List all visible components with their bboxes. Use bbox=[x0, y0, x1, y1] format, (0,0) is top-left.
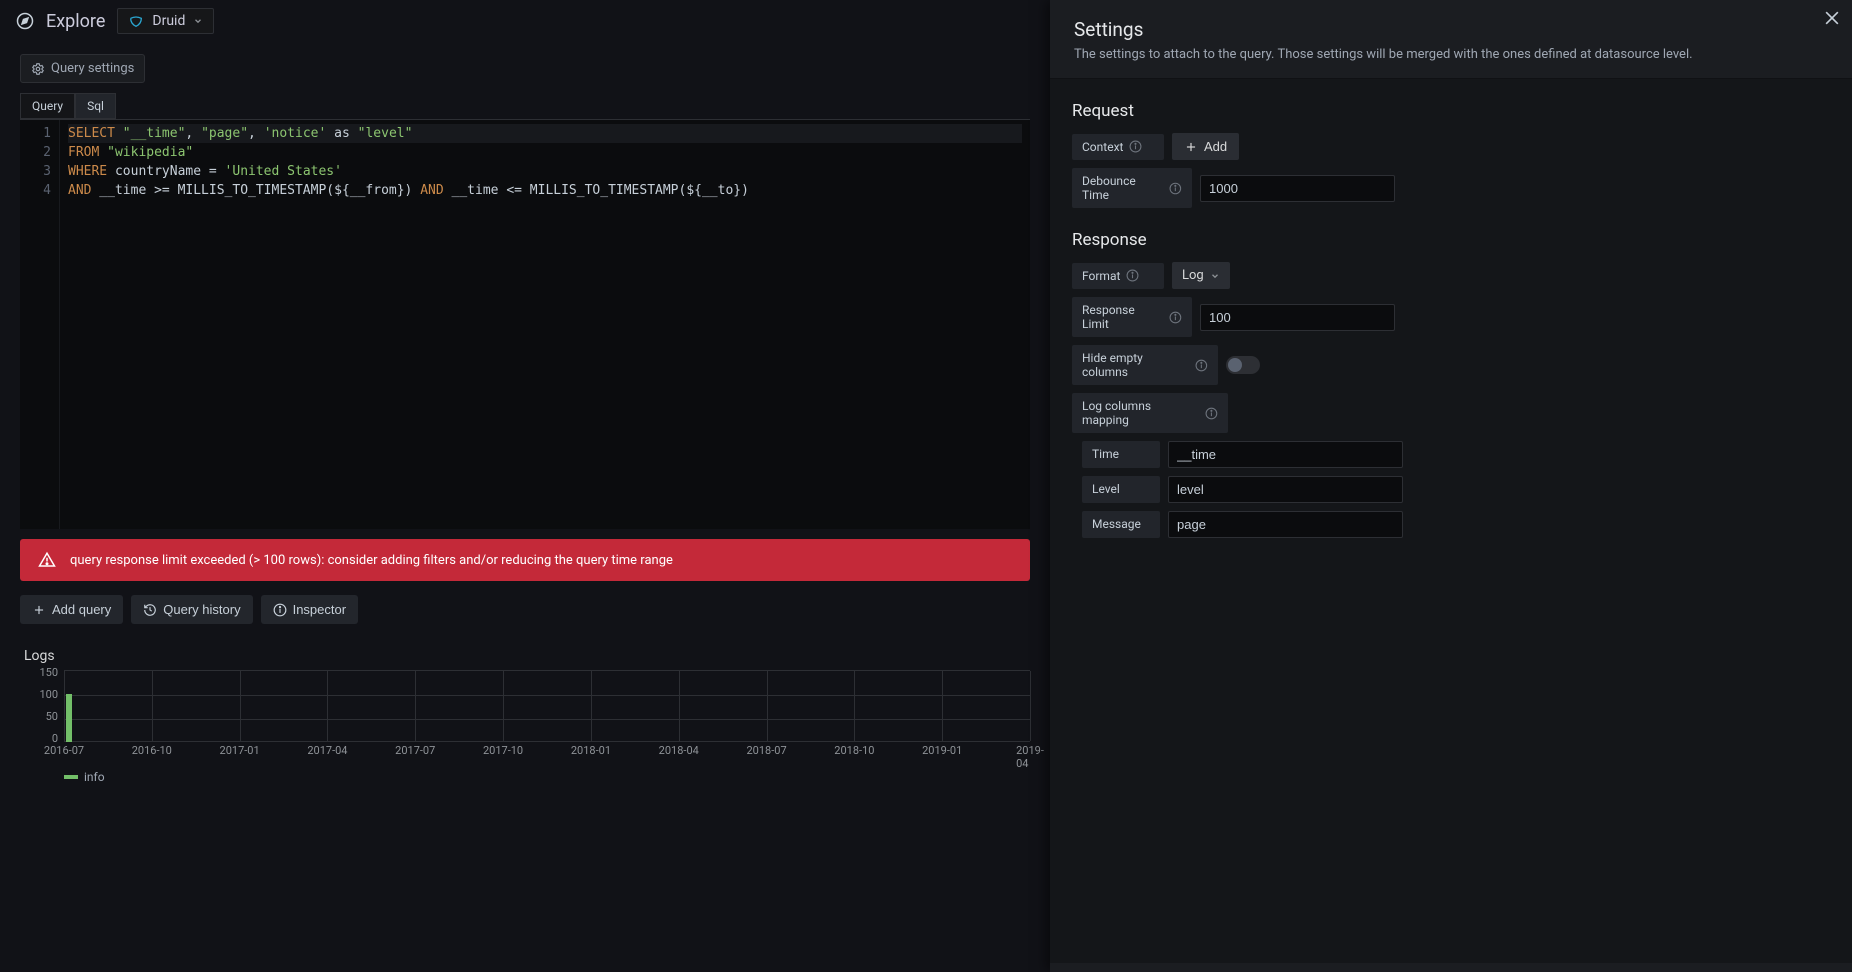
settings-panel: Settings The settings to attach to the q… bbox=[1050, 0, 1852, 972]
panel-title: Settings bbox=[1074, 18, 1828, 41]
info-icon bbox=[1129, 140, 1142, 153]
hide-empty-label: Hide empty columns bbox=[1072, 345, 1218, 385]
panel-header: Settings The settings to attach to the q… bbox=[1050, 0, 1852, 79]
map-time-label: Time bbox=[1082, 441, 1160, 468]
info-icon bbox=[1126, 269, 1139, 282]
hide-empty-toggle[interactable] bbox=[1226, 356, 1260, 374]
warning-text: query response limit exceeded (> 100 row… bbox=[70, 553, 673, 568]
log-mapping-label: Log columns mapping bbox=[1072, 393, 1228, 433]
request-heading: Request bbox=[1072, 101, 1830, 121]
history-icon bbox=[143, 603, 157, 617]
add-label: Add bbox=[1204, 139, 1227, 154]
compass-icon bbox=[16, 12, 34, 30]
map-level-label: Level bbox=[1082, 476, 1160, 503]
format-label: Format bbox=[1072, 263, 1164, 289]
druid-icon bbox=[128, 13, 144, 29]
editor-code[interactable]: SELECT "__time", "page", 'notice' as "le… bbox=[60, 120, 1030, 529]
query-toolbar: Add query Query history Inspector bbox=[20, 581, 1030, 638]
map-message-input[interactable] bbox=[1168, 511, 1403, 538]
chevron-down-icon bbox=[1210, 271, 1220, 281]
logs-chart: 150 100 50 0 2016-07 2016-10 2017-01 bbox=[20, 670, 1030, 770]
response-limit-label: Response Limit bbox=[1072, 297, 1192, 337]
query-history-button[interactable]: Query history bbox=[131, 595, 252, 624]
query-tabs: Query Sql bbox=[20, 93, 1030, 119]
response-heading: Response bbox=[1072, 230, 1830, 250]
context-label: Context bbox=[1072, 134, 1164, 160]
info-icon bbox=[1205, 407, 1218, 420]
legend-swatch bbox=[64, 775, 78, 779]
info-icon bbox=[1169, 311, 1182, 324]
datasource-name: Druid bbox=[152, 13, 185, 29]
warning-icon bbox=[38, 551, 56, 569]
info-icon bbox=[273, 603, 287, 617]
plus-icon bbox=[1184, 140, 1198, 154]
y-axis: 150 100 50 0 bbox=[20, 670, 64, 742]
chevron-down-icon bbox=[193, 16, 203, 26]
panel-subtitle: The settings to attach to the query. Tho… bbox=[1074, 47, 1828, 62]
inspector-button[interactable]: Inspector bbox=[261, 595, 358, 624]
gear-icon bbox=[31, 62, 45, 76]
logs-title: Logs bbox=[20, 638, 1030, 670]
query-history-label: Query history bbox=[163, 602, 240, 617]
debounce-label: Debounce Time bbox=[1072, 168, 1192, 208]
info-icon bbox=[1169, 182, 1182, 195]
warning-banner: query response limit exceeded (> 100 row… bbox=[20, 539, 1030, 581]
x-axis: 2016-07 2016-10 2017-01 2017-04 2017-07 … bbox=[64, 744, 1030, 760]
add-query-label: Add query bbox=[52, 602, 111, 617]
add-query-button[interactable]: Add query bbox=[20, 595, 123, 624]
tab-sql[interactable]: Sql bbox=[75, 93, 116, 119]
chart-legend: info bbox=[20, 770, 1030, 784]
map-time-input[interactable] bbox=[1168, 441, 1403, 468]
main-area: Query settings Query Sql 1234 SELECT "__… bbox=[0, 48, 1050, 972]
query-settings-button[interactable]: Query settings bbox=[20, 54, 145, 83]
chart-grid bbox=[64, 670, 1030, 742]
format-value: Log bbox=[1182, 268, 1204, 283]
datasource-picker[interactable]: Druid bbox=[117, 8, 214, 34]
response-limit-input[interactable] bbox=[1200, 304, 1395, 331]
chart-bar bbox=[66, 694, 72, 742]
plus-icon bbox=[32, 603, 46, 617]
query-settings-label: Query settings bbox=[51, 61, 134, 76]
map-message-label: Message bbox=[1082, 511, 1160, 538]
tab-query[interactable]: Query bbox=[20, 93, 75, 119]
log-mapping-group: Time Level Message bbox=[1072, 441, 1830, 538]
page-title: Explore bbox=[46, 11, 105, 32]
info-icon bbox=[1195, 359, 1208, 372]
map-level-input[interactable] bbox=[1168, 476, 1403, 503]
format-select[interactable]: Log bbox=[1172, 262, 1230, 289]
close-icon[interactable] bbox=[1822, 8, 1842, 28]
inspector-label: Inspector bbox=[293, 602, 346, 617]
legend-label: info bbox=[84, 770, 105, 784]
context-add-button[interactable]: Add bbox=[1172, 133, 1239, 160]
panel-body: Request Context Add Debounce Time Respon… bbox=[1050, 79, 1852, 963]
sql-editor[interactable]: 1234 SELECT "__time", "page", 'notice' a… bbox=[20, 119, 1030, 529]
editor-gutter: 1234 bbox=[20, 120, 60, 529]
debounce-input[interactable] bbox=[1200, 175, 1395, 202]
